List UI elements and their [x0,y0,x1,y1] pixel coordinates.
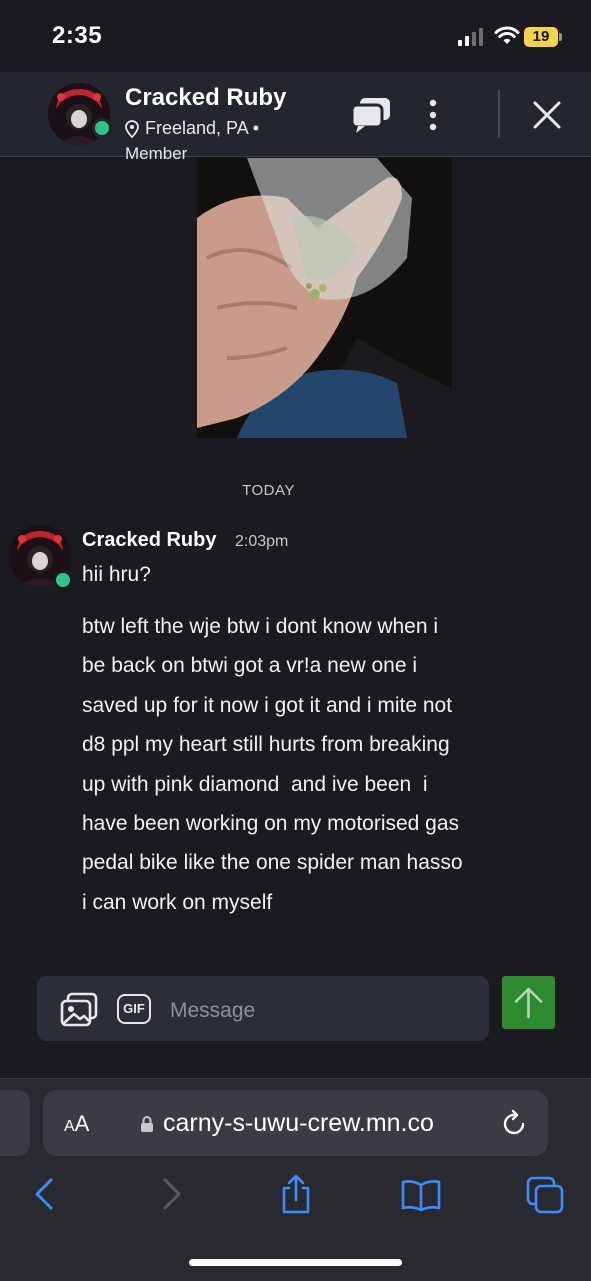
gif-button[interactable]: GIF [117,994,151,1024]
wifi-icon [494,26,520,44]
location-pin-icon [125,120,139,139]
forward-icon[interactable] [160,1177,184,1211]
location-text: Freeland, PA • [145,118,260,138]
message-line: saved up for it now i got it and i mite … [82,693,453,717]
message-line: pedal bike like the one spider man hasso [82,851,463,875]
status-time: 2:35 [52,22,103,49]
message-input[interactable] [170,994,470,1028]
message-text: btw left the wje btw i dont know when i … [82,607,552,922]
home-indicator[interactable] [189,1259,402,1266]
send-button[interactable] [502,976,555,1029]
text-size-button[interactable]: AA [64,1111,89,1137]
more-vertical-icon[interactable] [426,98,440,132]
back-icon[interactable] [32,1177,56,1211]
online-status-dot [53,570,73,590]
message-line: i can work on myself [82,890,273,914]
url-text[interactable]: carny-s-uwu-crew.mn.co [163,1109,434,1138]
text-size-large-label: A [74,1111,90,1136]
chat-bubbles-icon[interactable] [350,96,392,134]
message-author[interactable]: Cracked Ruby [82,529,217,552]
message-line: be back on btwi got a vr!a new one i [82,654,418,678]
battery-tip [559,33,562,41]
reload-icon[interactable] [502,1109,528,1137]
online-status-dot [92,118,112,138]
cellular-signal-icon [458,28,486,46]
message-line: btw left the wje btw i dont know when i [82,615,439,638]
close-icon[interactable] [532,100,562,130]
message-text: hii hru? [82,563,151,586]
arrow-up-icon [514,987,543,1019]
day-separator: TODAY [242,482,295,499]
contact-name[interactable]: Cracked Ruby [125,84,286,112]
message-line: up with pink diamond and ive been i [82,772,428,796]
bookmarks-icon[interactable] [400,1178,442,1212]
shared-photo[interactable] [197,158,452,438]
contact-location: Freeland, PA • [125,118,259,139]
header-divider [498,90,500,138]
battery-icon: 19 [524,27,558,47]
message-timestamp: 2:03pm [235,533,289,550]
image-upload-icon[interactable] [59,992,99,1028]
message-line: d8 ppl my heart still hurts from breakin… [82,733,450,757]
tabs-icon[interactable] [526,1176,564,1214]
message-line: have been working on my motorised gas [82,812,460,836]
lock-icon [141,1116,153,1132]
contact-role: Member [125,144,188,163]
text-size-small-label: A [64,1118,75,1135]
previous-tab-preview[interactable] [0,1090,30,1156]
share-icon[interactable] [280,1173,312,1215]
